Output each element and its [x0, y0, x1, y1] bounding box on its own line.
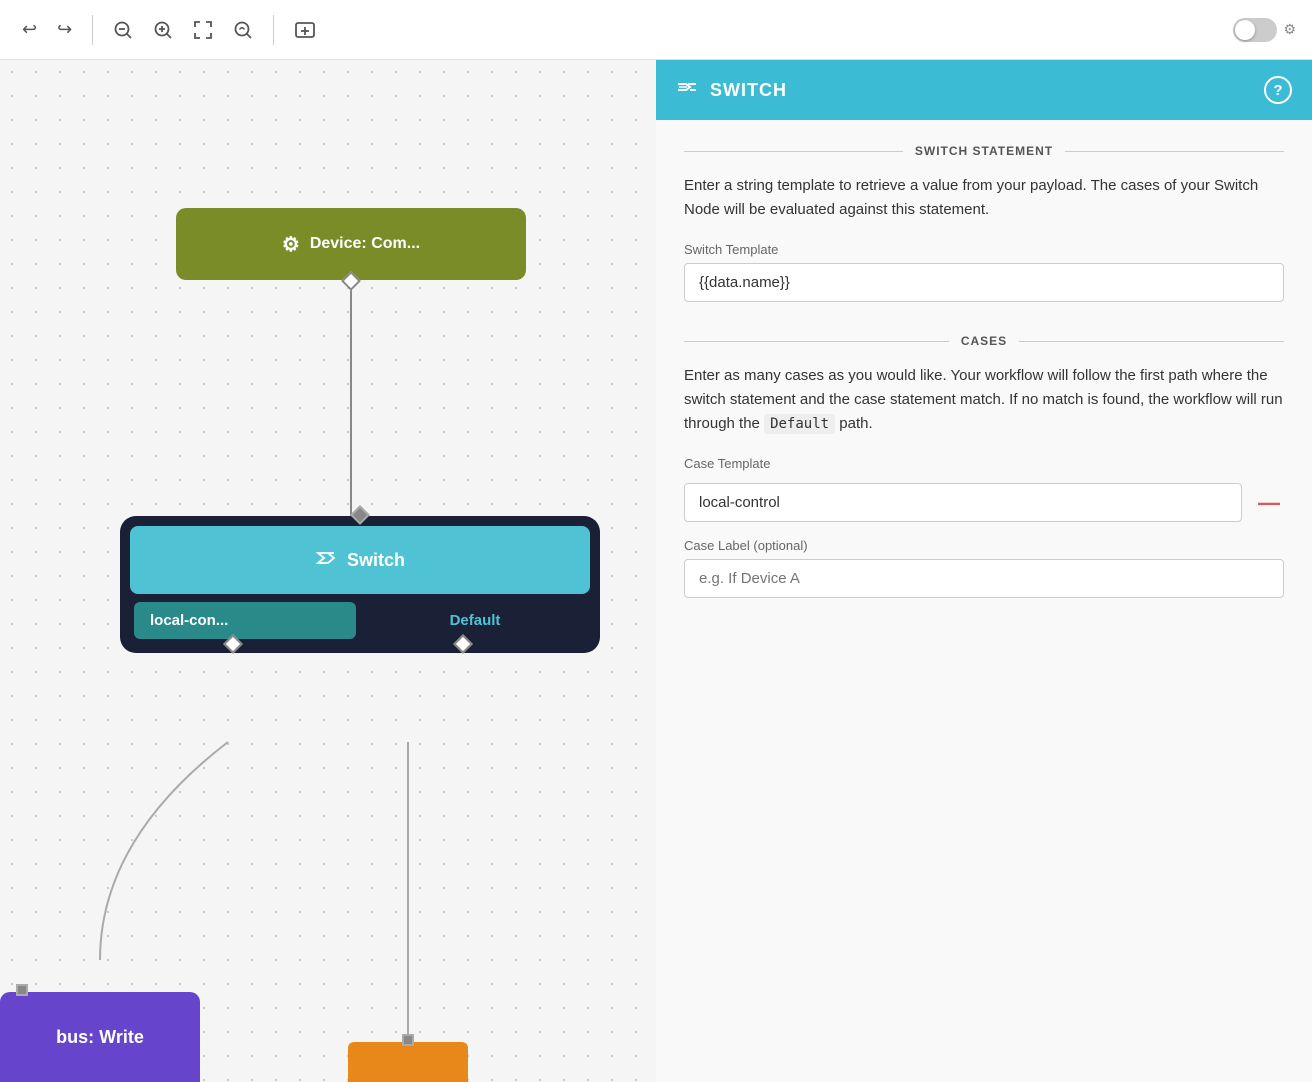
switch-description: Enter a string template to retrieve a va…: [684, 174, 1284, 222]
device-node-output-port: [341, 271, 361, 291]
bus-input-port: [16, 984, 28, 996]
case-label-label: Case Label (optional): [684, 538, 1284, 553]
case-label-field: Case Label (optional): [684, 538, 1284, 598]
cases-section-header: CASES: [684, 334, 1284, 348]
bus-write-node[interactable]: bus: Write: [0, 992, 200, 1082]
redo-button[interactable]: ↪: [51, 13, 78, 46]
section-line-left-1: [684, 151, 903, 152]
section-line-right-2: [1019, 341, 1284, 342]
section-line-left-2: [684, 341, 949, 342]
device-node-label: Device: Com...: [310, 235, 420, 253]
main-content: ⚙ Device: Com... Switch: [0, 60, 1312, 1082]
settings-gear-icon: ⚙: [1283, 21, 1296, 38]
section-line-right-1: [1065, 151, 1284, 152]
case-template-field: Case Template —: [684, 456, 1284, 522]
right-panel: SWITCH ? SWITCH STATEMENT Enter a string…: [656, 60, 1312, 1082]
switch-template-field: Switch Template: [684, 242, 1284, 302]
switch-template-input[interactable]: [684, 263, 1284, 302]
undo-button[interactable]: ↩: [16, 13, 43, 46]
switch-statement-section-title: SWITCH STATEMENT: [915, 144, 1053, 158]
switch-node-group: Switch local-con... Default: [120, 516, 600, 653]
toolbar-divider-1: [92, 15, 93, 45]
switch-outputs: local-con... Default: [130, 602, 590, 643]
fit-button[interactable]: [187, 14, 219, 46]
switch-node-label: Switch: [347, 550, 405, 571]
help-button[interactable]: ?: [1264, 76, 1292, 104]
bus-node-label: bus: Write: [56, 1027, 144, 1048]
switch-template-label: Switch Template: [684, 242, 1284, 257]
panel-title-icon: [676, 76, 698, 104]
canvas-area[interactable]: ⚙ Device: Com... Switch: [0, 60, 656, 1082]
device-node-icon: ⚙: [282, 232, 300, 257]
cases-description: Enter as many cases as you would like. Y…: [684, 364, 1284, 436]
fit-icon: [193, 20, 213, 40]
toolbar-divider-2: [273, 15, 274, 45]
panel-title-area: SWITCH: [676, 76, 787, 104]
orange-input-port: [402, 1034, 414, 1046]
zoom-in-icon: [153, 20, 173, 40]
settings-toggle: ⚙: [1233, 18, 1296, 42]
cases-section: CASES Enter as many cases as you would l…: [684, 334, 1284, 598]
zoom-in-button[interactable]: [147, 14, 179, 46]
panel-title-text: SWITCH: [710, 80, 787, 101]
local-output-port: [223, 634, 243, 654]
zoom-reset-button[interactable]: [227, 14, 259, 46]
zoom-out-icon: [113, 20, 133, 40]
zoom-out-button[interactable]: [107, 14, 139, 46]
toggle-knob: [1235, 20, 1255, 40]
switch-output-default[interactable]: Default: [364, 602, 586, 639]
device-node[interactable]: ⚙ Device: Com...: [176, 208, 526, 280]
cases-section-title: CASES: [961, 334, 1007, 348]
default-output-port: [453, 634, 473, 654]
switch-node-inner: Switch: [130, 526, 590, 594]
add-node-button[interactable]: [288, 13, 322, 47]
add-node-icon: [294, 19, 316, 41]
switch-node-icon: [315, 547, 337, 574]
case-label-input[interactable]: [684, 559, 1284, 598]
switch-output-local[interactable]: local-con...: [134, 602, 356, 639]
zoom-reset-icon: [233, 20, 253, 40]
case-delete-button[interactable]: —: [1254, 492, 1284, 514]
switch-node-outer[interactable]: Switch local-con... Default: [120, 516, 600, 653]
panel-body: SWITCH STATEMENT Enter a string template…: [656, 120, 1312, 1082]
case-row: —: [684, 483, 1284, 522]
switch-statement-section-header: SWITCH STATEMENT: [684, 144, 1284, 158]
panel-header: SWITCH ?: [656, 60, 1312, 120]
case-template-label: Case Template: [684, 456, 1284, 471]
toggle-switch[interactable]: [1233, 18, 1277, 42]
orange-node[interactable]: [348, 1042, 468, 1082]
case-template-input[interactable]: [684, 483, 1242, 522]
default-code-inline: Default: [764, 414, 835, 434]
toolbar: ↩ ↪: [0, 0, 1312, 60]
